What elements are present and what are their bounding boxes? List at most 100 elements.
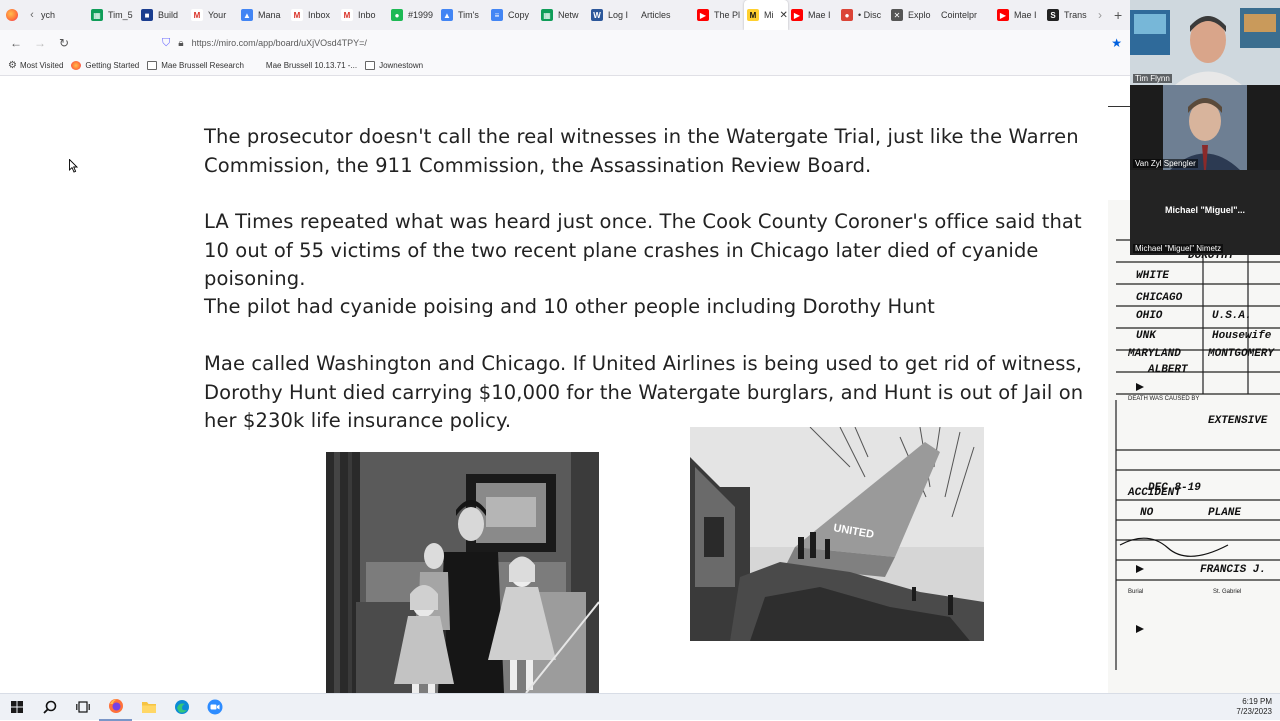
lock-icon[interactable]: 🔒︎ [178, 38, 183, 49]
bookmark-label: Jownestown [379, 61, 424, 70]
folder-icon [365, 61, 376, 70]
tab-19[interactable]: ▶ Mae I [994, 0, 1044, 30]
tab-label: Netw [558, 10, 579, 20]
close-tab-icon[interactable]: ✕ [780, 10, 788, 21]
gmail-icon: M [341, 9, 353, 21]
bookmark-0[interactable]: ⚙ Most Visited [8, 60, 63, 71]
tab-label: Cointelpr [941, 10, 978, 20]
folder-icon [147, 61, 158, 70]
tab-8[interactable]: ▲ Tim's [438, 0, 488, 30]
doc-line-17: St. Gabriel [1213, 589, 1241, 595]
board-text-mae-called[interactable]: Mae called Washington and Chicago. If Un… [204, 350, 1084, 436]
doc-line-1: WHITE [1136, 270, 1169, 282]
tab-10[interactable]: ▦ Netw [538, 0, 588, 30]
taskbar-file-explorer[interactable] [132, 694, 165, 721]
tab-17[interactable]: ✕ Explo [888, 0, 938, 30]
death-certificate-scan[interactable]: DOROTHY WHITE CHICAGO OHIO U.S.A. UNK Ho… [1108, 200, 1280, 693]
gmail-icon: M [191, 9, 203, 21]
participant-tile-michael-nimetz[interactable]: Michael "Miguel"... Michael "Miguel" Nim… [1130, 170, 1280, 255]
tab-scroll-right-icon[interactable]: › [1098, 8, 1102, 22]
tab-label: Mi [764, 10, 774, 20]
tab-5[interactable]: M Inbox [288, 0, 338, 30]
tab-20[interactable]: S Trans [1044, 0, 1094, 30]
tab-label: Inbo [358, 10, 376, 20]
bookmark-1[interactable]: Getting Started [71, 61, 139, 70]
united-crash-photo[interactable]: UNITED [690, 427, 984, 641]
tab-13[interactable]: ▶ The Pl [694, 0, 744, 30]
bookmark-label: Mae Brussell Research [161, 61, 244, 70]
doc-line-9: ALBERT [1147, 364, 1189, 376]
tab-label: Mae I [808, 10, 831, 20]
doc-line-15: PLANE [1208, 507, 1241, 519]
tab-14[interactable]: M Mi ✕ [744, 0, 788, 30]
bookmark-3[interactable]: Mae Brussell 10.13.71 -... [252, 61, 357, 70]
firefox-menu-icon[interactable] [6, 9, 18, 21]
tab-9[interactable]: ≡ Copy [488, 0, 538, 30]
board-text-pilot[interactable]: The pilot had cyanide poising and 10 oth… [204, 293, 1084, 322]
system-clock[interactable]: 6:19 PM 7/23/2023 [1236, 697, 1272, 717]
tab-16[interactable]: ● • Disc [838, 0, 888, 30]
hunt-family-photo[interactable] [326, 452, 599, 693]
word-icon: W [591, 9, 603, 21]
bookmark-4[interactable]: Jownestown [365, 61, 423, 70]
youtube-icon: ▶ [997, 9, 1009, 21]
tab-3[interactable]: M Your [188, 0, 238, 30]
participant-tile-van-zyl[interactable]: Van Zyl Spengler [1130, 85, 1280, 170]
bookmark-label: Mae Brussell 10.13.71 -... [265, 61, 358, 70]
task-view-button[interactable] [66, 694, 99, 721]
url-text[interactable]: https://miro.com/app/board/uXjVOsd4TPY=/ [192, 38, 367, 48]
board-text-la-times[interactable]: LA Times repeated what was heard just on… [204, 208, 1084, 294]
tab-label: ych [41, 10, 56, 20]
tab-12[interactable]: Articles [638, 0, 694, 30]
tab-0[interactable]: ych [38, 0, 88, 30]
start-button[interactable] [0, 694, 33, 721]
s-icon: S [1047, 9, 1059, 21]
windows-taskbar: 6:19 PM 7/23/2023 [0, 693, 1280, 721]
board-text-prosecutor[interactable]: The prosecutor doesn't call the real wit… [204, 123, 1084, 180]
tab-label: #1999 [408, 10, 434, 20]
back-button[interactable]: ← [4, 36, 28, 50]
tab-4[interactable]: ▲ Mana [238, 0, 288, 30]
taskbar-zoom[interactable] [198, 694, 231, 721]
folder-icon [141, 702, 156, 713]
bookmark-2[interactable]: Mae Brussell Research [147, 61, 244, 70]
death-certificate-image: DOROTHY WHITE CHICAGO OHIO U.S.A. UNK Ho… [1108, 200, 1280, 693]
participant-name: Tim Flynn [1133, 74, 1172, 83]
tab-15[interactable]: ▶ Mae I [788, 0, 838, 30]
participant-display-name: Michael "Miguel"... [1164, 205, 1246, 215]
url-bar[interactable]: ⛉ 🔒︎ https://miro.com/app/board/uXjVOsd4… [162, 32, 1122, 54]
forward-button[interactable]: → [28, 36, 52, 50]
tab-list-back-icon[interactable]: ‹ [26, 9, 38, 21]
taskbar-firefox[interactable] [99, 694, 132, 721]
search-icon [42, 700, 56, 714]
tab-2[interactable]: ■ Build [138, 0, 188, 30]
drive-icon: ▲ [441, 9, 453, 21]
doc-line-18: FRANCIS J. [1200, 564, 1266, 576]
tab-7[interactable]: ● #1999 [388, 0, 438, 30]
tab-label: Articles [641, 10, 671, 20]
tab-1[interactable]: ▦ Tim_5 [88, 0, 138, 30]
new-tab-button[interactable]: + [1114, 7, 1122, 23]
participant-tile-tim-flynn[interactable]: Tim Flynn [1130, 0, 1280, 85]
search-button[interactable] [33, 694, 66, 721]
reload-button[interactable]: ↻ [52, 36, 76, 50]
youtube-icon: ▶ [791, 9, 803, 21]
tab-18[interactable]: Cointelpr [938, 0, 994, 30]
doc-line-5: UNK [1136, 330, 1157, 342]
taskbar-edge[interactable] [165, 694, 198, 721]
tab-strip: ‹ ych ▦ Tim_5 ■ Build M Your ▲ Mana M Inbox M Inbo ● #… [0, 0, 1130, 30]
tracking-protection-shield-icon[interactable]: ⛉ [162, 37, 170, 50]
bookmarks-toolbar: ⚙ Most Visited Getting Started Mae Brussell… [0, 56, 1130, 76]
tab-6[interactable]: M Inbo [338, 0, 388, 30]
miro-board-canvas[interactable]: The prosecutor doesn't call the real wit… [0, 76, 1130, 693]
firefox-icon [71, 61, 82, 70]
tab-11[interactable]: W Log I [588, 0, 638, 30]
board-object-edge [1108, 106, 1130, 107]
spotify-icon: ● [391, 9, 403, 21]
gear-icon: ⚙ [8, 60, 17, 71]
tab-label: Inbox [308, 10, 331, 20]
tab-label: Explo [908, 10, 931, 20]
doc-line-7: MARYLAND [1127, 348, 1181, 360]
bookmark-star-icon[interactable]: ★ [1111, 36, 1122, 50]
clock-time: 6:19 PM [1242, 697, 1272, 706]
